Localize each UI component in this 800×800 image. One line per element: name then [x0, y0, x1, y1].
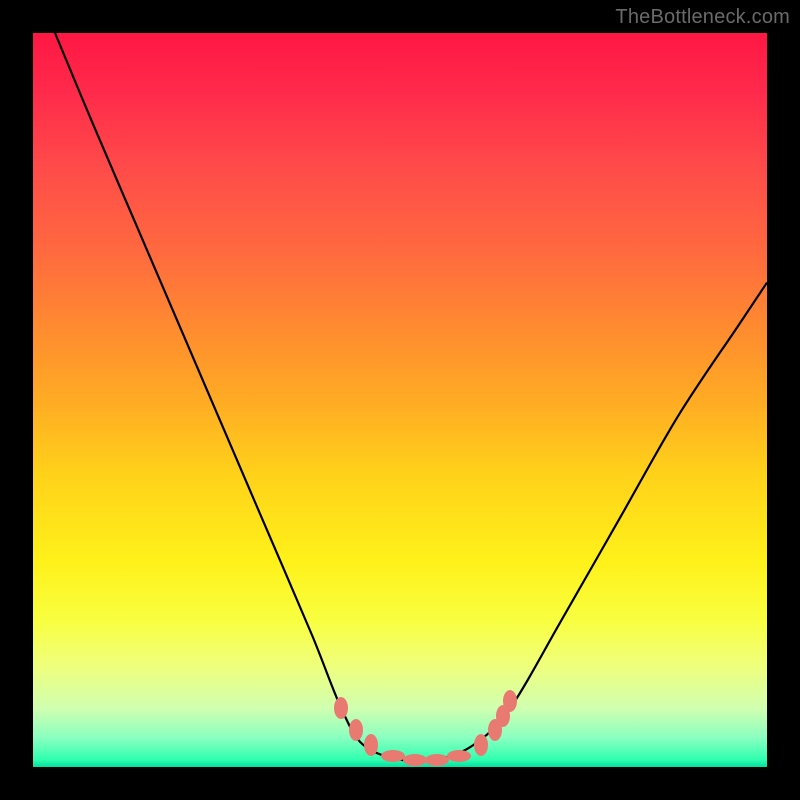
plot-area [33, 33, 767, 767]
marker-layer [33, 33, 767, 767]
highlight-marker [447, 750, 471, 762]
highlight-marker [364, 734, 378, 756]
highlight-marker [474, 734, 488, 756]
highlight-marker [503, 690, 517, 712]
chart-frame: TheBottleneck.com [0, 0, 800, 800]
highlight-marker [381, 750, 405, 762]
highlight-marker [425, 754, 449, 766]
highlight-marker [403, 754, 427, 766]
watermark-text: TheBottleneck.com [615, 6, 790, 29]
highlight-marker [349, 719, 363, 741]
highlight-marker [334, 697, 348, 719]
